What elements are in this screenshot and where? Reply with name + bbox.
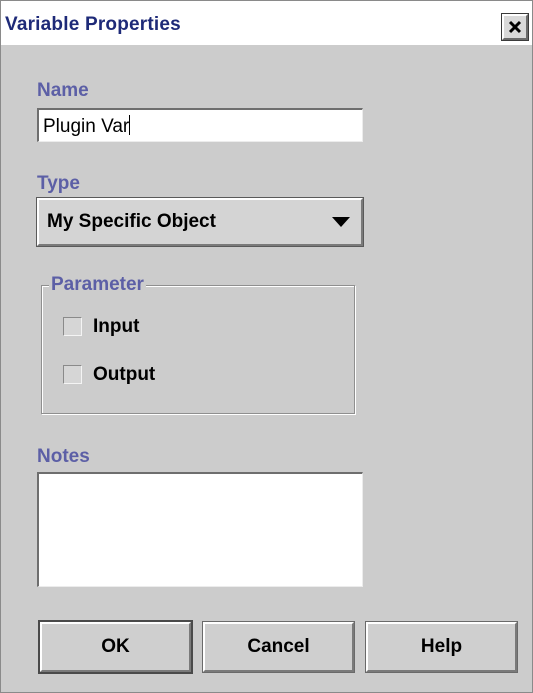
parameter-groupbox <box>41 285 355 414</box>
name-value: Plugin Var <box>43 116 130 137</box>
chevron-down-icon[interactable] <box>332 216 350 228</box>
notes-label: Notes <box>37 446 90 467</box>
ok-button[interactable]: OK <box>38 620 193 674</box>
close-button[interactable] <box>501 13 529 41</box>
input-checkbox[interactable] <box>63 317 82 336</box>
type-select[interactable]: My Specific Object <box>36 197 364 247</box>
title-bar[interactable]: Variable Properties <box>1 1 532 45</box>
type-label: Type <box>37 173 80 194</box>
dialog-title: Variable Properties <box>5 14 181 35</box>
type-selected-value: My Specific Object <box>47 211 216 232</box>
text-caret <box>129 115 131 135</box>
output-checkbox-label[interactable]: Output <box>93 364 155 386</box>
notes-textarea[interactable] <box>37 472 363 587</box>
output-checkbox[interactable] <box>63 365 82 384</box>
name-input[interactable]: Plugin Var <box>37 108 363 142</box>
cancel-button[interactable]: Cancel <box>202 621 355 673</box>
help-button[interactable]: Help <box>365 621 518 673</box>
close-icon <box>508 20 522 34</box>
variable-properties-dialog: Variable Properties Name Plugin Var Type… <box>0 0 533 693</box>
name-label: Name <box>37 80 89 101</box>
parameter-group-title: Parameter <box>49 274 146 296</box>
input-checkbox-label[interactable]: Input <box>93 316 139 338</box>
